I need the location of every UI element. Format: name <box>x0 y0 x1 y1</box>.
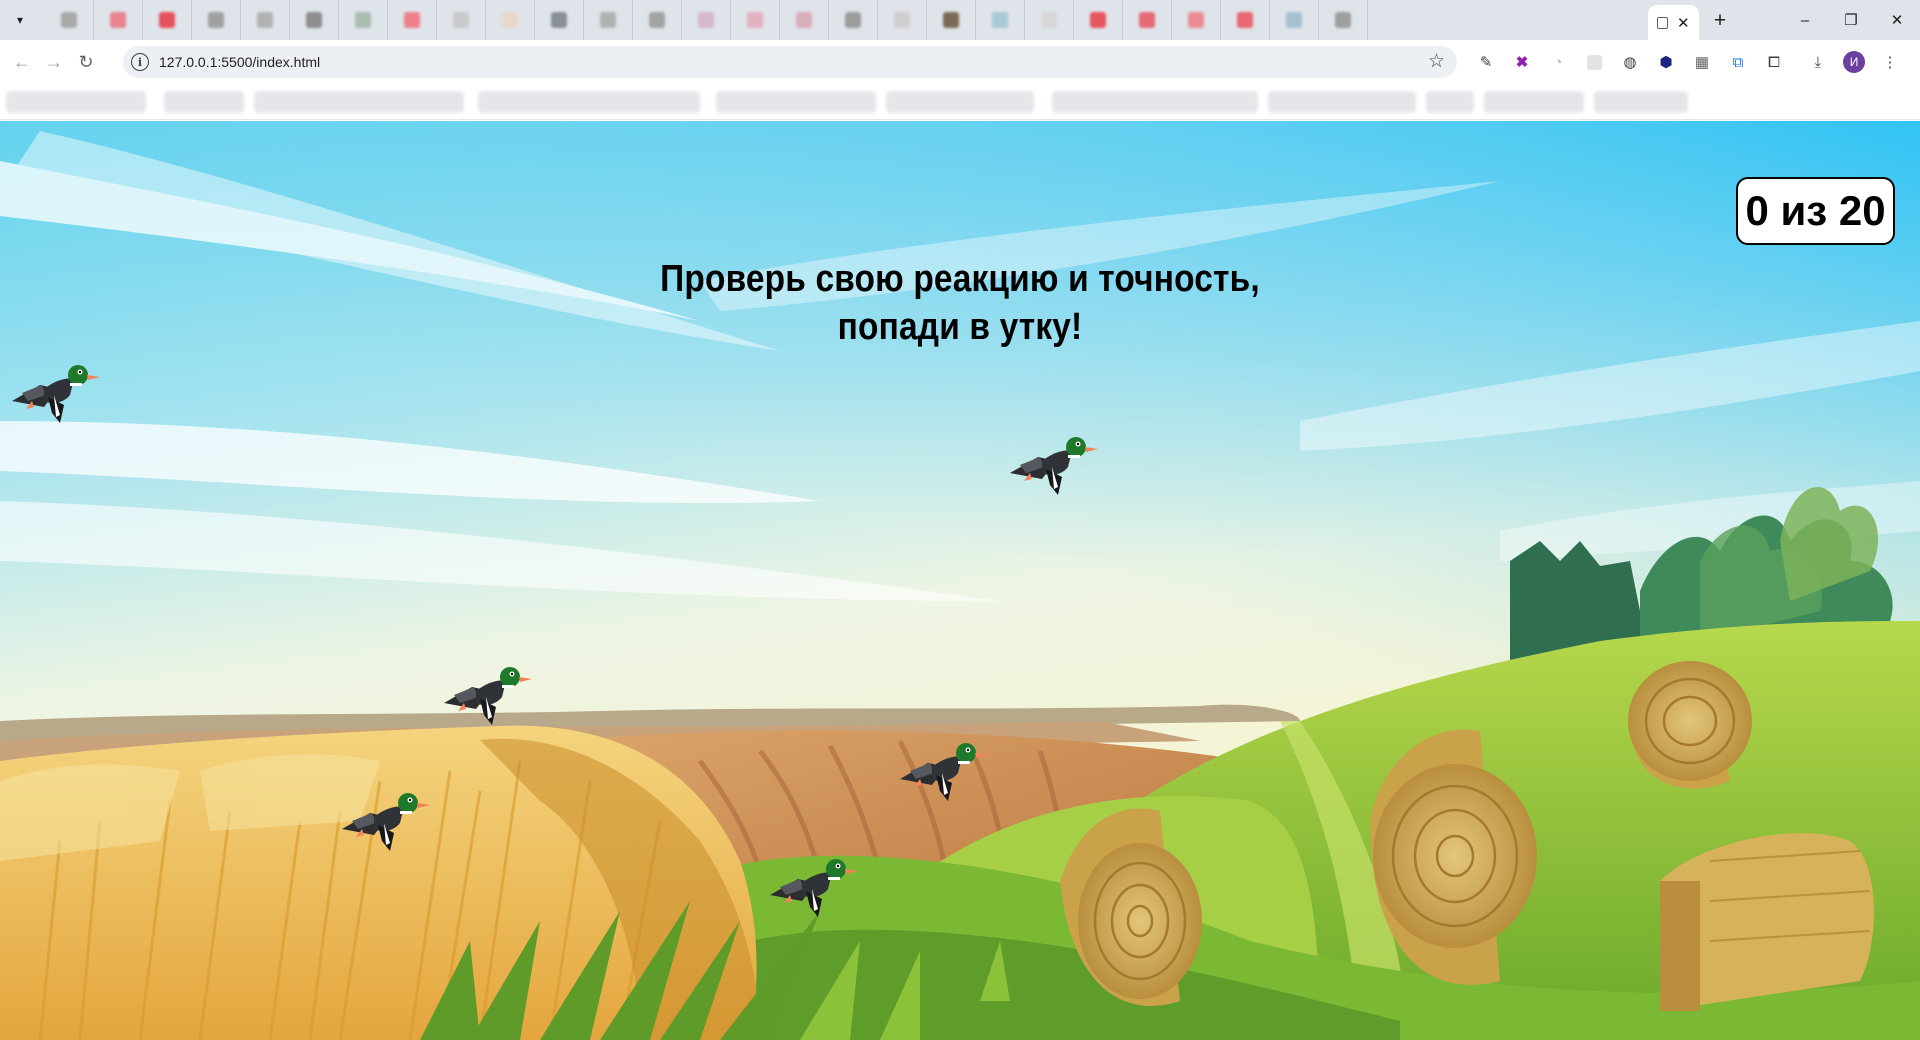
tab[interactable] <box>1123 0 1172 40</box>
bookmark-item[interactable] <box>1484 90 1584 113</box>
forward-button[interactable]: → <box>38 46 70 78</box>
extension-calendar-icon[interactable]: ▦ <box>1684 46 1720 78</box>
tab-search-button[interactable]: ▾ <box>7 7 33 33</box>
bookmark-item[interactable] <box>1268 90 1416 113</box>
tab[interactable] <box>780 0 829 40</box>
tab[interactable] <box>1221 0 1270 40</box>
bookmark-item[interactable] <box>716 90 876 113</box>
translate-icon[interactable]: ⧉ <box>1720 46 1756 78</box>
active-tab[interactable]: ✕ <box>1648 5 1699 40</box>
profile-avatar[interactable]: И <box>1836 46 1872 78</box>
extension-hex-icon[interactable]: ⬢ <box>1648 46 1684 78</box>
page-icon <box>1657 16 1669 29</box>
tab[interactable] <box>682 0 731 40</box>
url-text[interactable]: 127.0.0.1:5500/index.html <box>159 54 320 70</box>
tab[interactable] <box>94 0 143 40</box>
duck[interactable] <box>896 733 992 803</box>
tab[interactable] <box>976 0 1025 40</box>
tab[interactable] <box>927 0 976 40</box>
download-icon[interactable]: ⤓ <box>1800 46 1836 78</box>
tab[interactable] <box>1074 0 1123 40</box>
close-tab-icon[interactable]: ✕ <box>1677 14 1690 32</box>
duck[interactable] <box>8 355 104 425</box>
duck-icon <box>444 667 532 725</box>
close-window-button[interactable]: ✕ <box>1874 0 1920 40</box>
menu-icon[interactable]: ⋮ <box>1872 46 1908 78</box>
browser-toolbar: ← → ↻ i 127.0.0.1:5500/index.html ☆ ✎ ✖ … <box>0 40 1920 84</box>
restore-button[interactable]: ❐ <box>1828 0 1874 40</box>
chevron-down-icon: ▾ <box>16 13 24 27</box>
globe-icon[interactable]: ◍ <box>1612 46 1648 78</box>
bookmark-item[interactable] <box>1426 90 1474 113</box>
tab[interactable] <box>1319 0 1368 40</box>
tab[interactable] <box>829 0 878 40</box>
extension-square-icon[interactable] <box>1576 46 1612 78</box>
duck[interactable] <box>1006 427 1102 497</box>
window-controls: – ❐ ✕ <box>1782 0 1920 40</box>
bookmark-star-icon[interactable]: ☆ <box>1428 50 1445 73</box>
duck-icon <box>770 859 858 917</box>
tab[interactable] <box>584 0 633 40</box>
extensions-area: ✎ ✖ ◔ ◍ ⬢ ▦ ⧉ ⧠ ⤓ И ⋮ <box>1468 46 1908 78</box>
duck[interactable] <box>338 783 434 853</box>
extension-x-icon[interactable]: ✖ <box>1504 46 1540 78</box>
duck-icon <box>1010 437 1098 495</box>
duck-icon <box>12 365 100 423</box>
tab[interactable] <box>290 0 339 40</box>
tab[interactable] <box>143 0 192 40</box>
address-bar[interactable]: i 127.0.0.1:5500/index.html ☆ <box>123 46 1457 78</box>
bookmark-item[interactable] <box>886 90 1034 113</box>
tab[interactable] <box>1025 0 1074 40</box>
duck-icon <box>342 793 430 851</box>
bookmark-item[interactable] <box>6 90 146 113</box>
tab[interactable] <box>241 0 290 40</box>
site-info-icon[interactable]: i <box>131 53 149 71</box>
tab[interactable] <box>633 0 682 40</box>
tab[interactable] <box>535 0 584 40</box>
arrow-right-icon: → <box>45 51 63 72</box>
score-counter: 0 из 20 <box>1736 177 1895 245</box>
tab[interactable] <box>45 0 94 40</box>
bookmark-item[interactable] <box>1052 90 1258 113</box>
tab[interactable] <box>339 0 388 40</box>
tab[interactable] <box>878 0 927 40</box>
bookmark-item[interactable] <box>254 90 464 113</box>
reload-icon: ↻ <box>78 51 94 72</box>
tab[interactable] <box>486 0 535 40</box>
bookmarks-bar <box>0 84 1920 120</box>
duck[interactable] <box>440 657 536 727</box>
eyedropper-icon[interactable]: ✎ <box>1468 46 1504 78</box>
headline-line-1: Проверь свою реакцию и точность, <box>660 258 1260 300</box>
game-viewport[interactable]: Проверь свою реакцию и точность, попади … <box>0 121 1920 1040</box>
avatar: И <box>1843 51 1865 73</box>
tab-strip: ▾ ✕ + – ❐ ✕ <box>0 0 1920 40</box>
bookmark-item[interactable] <box>478 90 700 113</box>
minimize-button[interactable]: – <box>1782 0 1828 40</box>
bookmark-item[interactable] <box>164 90 244 113</box>
arrow-left-icon: ← <box>13 51 31 72</box>
bookmark-item[interactable] <box>1594 90 1688 113</box>
puzzle-icon[interactable]: ⧠ <box>1756 46 1792 78</box>
tab[interactable] <box>731 0 780 40</box>
headline-line-2: попади в утку! <box>837 306 1083 348</box>
tab[interactable] <box>192 0 241 40</box>
reload-button[interactable]: ↻ <box>70 46 102 78</box>
extension-clock-icon[interactable]: ◔ <box>1540 46 1576 78</box>
tab[interactable] <box>388 0 437 40</box>
new-tab-button[interactable]: + <box>1707 8 1733 34</box>
tab[interactable] <box>1270 0 1319 40</box>
duck[interactable] <box>766 849 862 919</box>
back-button[interactable]: ← <box>6 46 38 78</box>
tab[interactable] <box>437 0 486 40</box>
game-headline: Проверь свою реакцию и точность, попади … <box>520 255 1400 351</box>
tab[interactable] <box>1172 0 1221 40</box>
blurred-tabs <box>45 0 1368 40</box>
duck-icon <box>900 743 988 801</box>
